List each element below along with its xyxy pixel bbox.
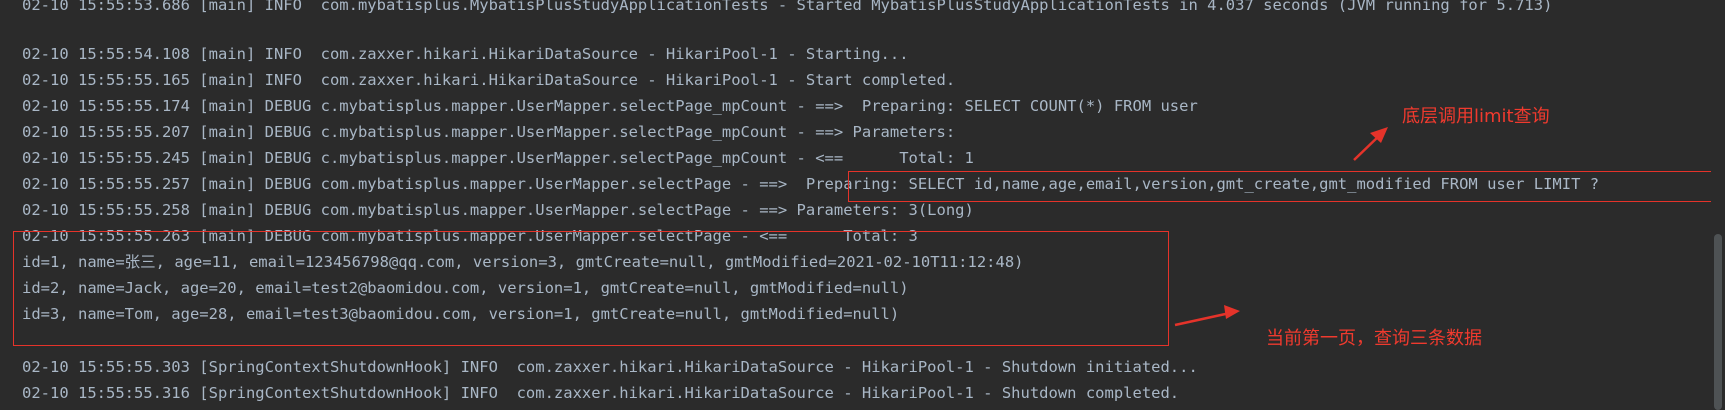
page-result-annotation: 当前第一页，查询三条数据 (1266, 328, 1482, 349)
console-output[interactable]: 02-10 15:55:53.686 [main] INFO com.mybat… (0, 0, 1725, 410)
limit-query-annotation: 底层调用limit查询 (1402, 106, 1550, 127)
scrollbar-thumb[interactable] (1714, 234, 1722, 410)
